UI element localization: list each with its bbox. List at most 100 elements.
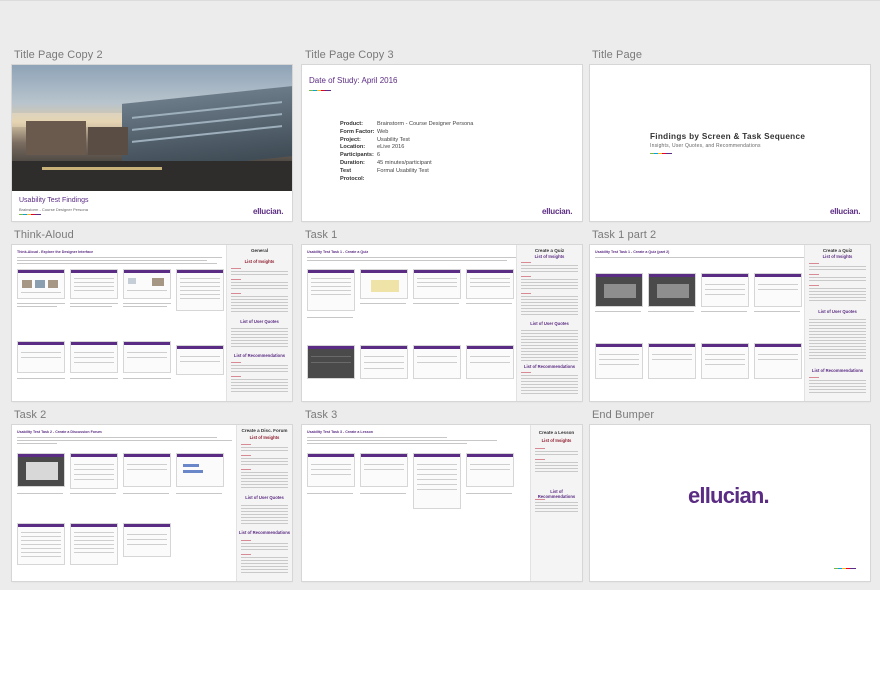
page-heading: Usability Test Task 3 - Create a Lesson bbox=[307, 430, 373, 434]
sidebar-title: Create a Lesson bbox=[538, 430, 575, 435]
artboard-label-task-2[interactable]: Task 2 bbox=[14, 409, 46, 421]
study-meta: Product: Brainstorm - Course Designer Per… bbox=[340, 121, 473, 183]
section-recommendations: List of Recommendations bbox=[537, 489, 576, 499]
meta-row: Duration: 45 minutes/participant bbox=[340, 159, 432, 166]
page-heading: Usability Test Task 2 - Create a Discuss… bbox=[17, 430, 102, 434]
artboard-label-task-1[interactable]: Task 1 bbox=[305, 229, 337, 241]
sidebar-title: General bbox=[250, 248, 269, 253]
screenshot-thumb bbox=[701, 343, 749, 379]
meta-row: Location: eLive 2016 bbox=[340, 144, 405, 151]
section-recommendations: List of Recommendations bbox=[238, 530, 291, 535]
meta-row: Form Factor: Web bbox=[340, 128, 389, 135]
artboard-title-page-copy-2[interactable]: Usability Test Findings Brainstorm - Cou… bbox=[12, 65, 292, 221]
screenshot-thumb bbox=[307, 453, 355, 487]
ellucian-logo: ellucian. bbox=[542, 207, 573, 216]
artboard-end-bumper[interactable]: ellucian. bbox=[590, 425, 870, 581]
screenshot-thumb bbox=[123, 453, 171, 487]
section-recommendations: List of Recommendations bbox=[811, 368, 864, 373]
screenshot-thumb bbox=[648, 343, 696, 379]
accent-line bbox=[19, 214, 41, 215]
screenshot-thumb bbox=[466, 269, 514, 299]
artboard-task-1-part-2[interactable]: Usability Test Task 1 - Create a Quiz (p… bbox=[590, 245, 870, 401]
screenshot-thumb bbox=[70, 269, 118, 299]
screenshot-thumb bbox=[413, 269, 461, 299]
artboard-label-think-aloud[interactable]: Think-Aloud bbox=[14, 229, 74, 241]
findings-sidebar: Create a Quiz List of Insights List of U… bbox=[516, 245, 582, 401]
deck-subtitle: Brainstorm - Course Designer Persona bbox=[19, 207, 88, 212]
artboard-think-aloud[interactable]: Think-Aloud - Explore the Designer Inter… bbox=[12, 245, 292, 401]
sidebar-title: Create a Quiz bbox=[822, 248, 853, 253]
artboard-task-1[interactable]: Usability Test Task 1 - Create a Quiz Cr… bbox=[302, 245, 582, 401]
meta-row: Product: Brainstorm - Course Designer Per… bbox=[340, 121, 474, 127]
findings-sidebar: General List of Insights List of User Qu… bbox=[226, 245, 292, 401]
accent-line bbox=[834, 568, 856, 569]
page-margin bbox=[0, 590, 880, 700]
section-insights: List of Insights bbox=[541, 438, 572, 443]
screenshot-thumb bbox=[17, 523, 65, 565]
screenshot-thumb bbox=[123, 341, 171, 373]
section-recommendations: List of Recommendations bbox=[233, 353, 286, 358]
ellucian-logo: ellucian. bbox=[688, 483, 770, 508]
screenshot-thumb bbox=[70, 341, 118, 373]
artboard-canvas: Title Page Copy 2 Title Page Copy 3 Titl… bbox=[0, 0, 880, 590]
findings-sidebar: Create a Disc. Forum List of Insights Li… bbox=[236, 425, 292, 581]
section-user-quotes: List of User Quotes bbox=[240, 319, 279, 324]
page-heading: Usability Test Task 1 - Create a Quiz bbox=[307, 250, 369, 254]
screenshot-thumb bbox=[466, 345, 514, 379]
screenshot-thumb bbox=[701, 273, 749, 307]
screenshot-thumb bbox=[754, 343, 802, 379]
study-date: Date of Study: April 2016 bbox=[309, 76, 398, 85]
meta-row: Test Protocol: Formal Usability Test bbox=[340, 167, 429, 182]
artboard-label-title-page[interactable]: Title Page bbox=[592, 49, 642, 61]
findings-title: Findings by Screen & Task Sequence bbox=[650, 132, 806, 141]
screenshot-thumb bbox=[123, 269, 171, 299]
building-photo bbox=[12, 65, 292, 191]
sidebar-title: Create a Disc. Forum bbox=[241, 428, 288, 433]
screenshot-thumb bbox=[176, 345, 224, 375]
section-user-quotes: List of User Quotes bbox=[530, 321, 569, 326]
screenshot-thumb bbox=[70, 523, 118, 565]
screenshot-thumb bbox=[360, 269, 408, 299]
screenshot-thumb bbox=[17, 269, 65, 299]
sidebar-title: Create a Quiz bbox=[534, 248, 565, 253]
screenshot-thumb bbox=[123, 523, 171, 557]
screenshot-thumb bbox=[307, 269, 355, 311]
accent-line bbox=[650, 153, 672, 154]
section-insights: List of Insights bbox=[822, 254, 853, 259]
screenshot-thumb bbox=[648, 273, 696, 307]
ellucian-logo: ellucian. bbox=[830, 207, 861, 216]
artboard-title-page-copy-3[interactable]: Date of Study: April 2016 Product: Brains… bbox=[302, 65, 582, 221]
meta-row: Project: Usability Test bbox=[340, 136, 410, 143]
deck-title: Usability Test Findings bbox=[19, 197, 89, 204]
screenshot-thumb bbox=[176, 269, 224, 311]
findings-subtitle: Insights, User Quotes, and Recommendatio… bbox=[650, 143, 761, 149]
meta-row: Participants: 6 bbox=[340, 152, 381, 159]
section-insights: List of Insights bbox=[534, 254, 565, 259]
accent-line bbox=[309, 90, 331, 91]
screenshot-thumb bbox=[360, 345, 408, 379]
screenshot-thumb bbox=[595, 343, 643, 379]
artboard-title-page[interactable]: Findings by Screen & Task Sequence Insig… bbox=[590, 65, 870, 221]
findings-sidebar: Create a Lesson List of Insights List of… bbox=[530, 425, 582, 581]
artboard-task-3[interactable]: Usability Test Task 3 - Create a Lesson … bbox=[302, 425, 582, 581]
findings-sidebar: Create a Quiz List of Insights List of U… bbox=[804, 245, 870, 401]
screenshot-thumb bbox=[176, 453, 224, 487]
artboard-label-end-bumper[interactable]: End Bumper bbox=[592, 409, 654, 421]
screenshot-thumb bbox=[413, 453, 461, 509]
artboard-label-title-page-copy-2[interactable]: Title Page Copy 2 bbox=[14, 49, 103, 61]
screenshot-thumb bbox=[754, 273, 802, 307]
screenshot-thumb bbox=[17, 453, 65, 487]
screenshot-thumb bbox=[466, 453, 514, 487]
page-heading: Usability Test Task 1 - Create a Quiz (p… bbox=[595, 250, 670, 254]
section-user-quotes: List of User Quotes bbox=[245, 495, 284, 500]
section-insights: List of Insights bbox=[249, 435, 280, 440]
artboard-label-title-page-copy-3[interactable]: Title Page Copy 3 bbox=[305, 49, 394, 61]
screenshot-thumb bbox=[413, 345, 461, 379]
screenshot-thumb bbox=[307, 345, 355, 379]
artboard-task-2[interactable]: Usability Test Task 2 - Create a Discuss… bbox=[12, 425, 292, 581]
section-recommendations: List of Recommendations bbox=[523, 364, 576, 369]
artboard-label-task-3[interactable]: Task 3 bbox=[305, 409, 337, 421]
artboard-label-task-1-part-2[interactable]: Task 1 part 2 bbox=[592, 229, 656, 241]
section-user-quotes: List of User Quotes bbox=[818, 309, 857, 314]
screenshot-thumb bbox=[70, 453, 118, 489]
